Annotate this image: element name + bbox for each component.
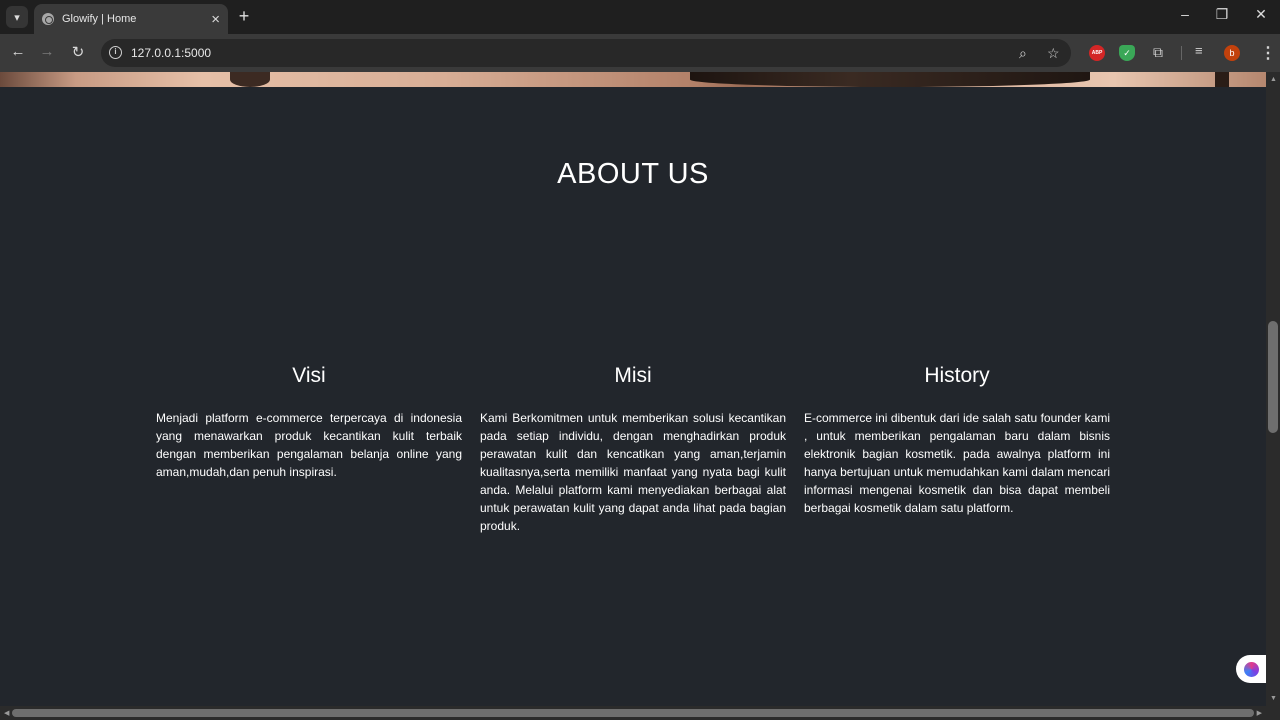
scrollbar-corner [1266, 706, 1280, 720]
tab-close-icon[interactable]: × [211, 12, 220, 27]
new-tab-button[interactable]: + [235, 7, 253, 25]
zoom-icon[interactable]: ⌕ [1019, 45, 1027, 62]
reload-button[interactable]: ↻ [68, 43, 88, 61]
page-viewport: ABOUT US Visi Menjadi platform e-commerc… [0, 72, 1266, 706]
chevron-down-icon: ▾ [14, 11, 20, 24]
vertical-scroll-thumb[interactable] [1268, 321, 1278, 433]
scroll-left-icon[interactable]: ◀ [4, 709, 9, 717]
plus-icon: + [238, 6, 250, 26]
about-us-heading: ABOUT US [557, 158, 709, 190]
history-column: History E-commerce ini dibentuk dari ide… [804, 362, 1110, 517]
hero-image-shadow [230, 72, 270, 87]
star-icon[interactable]: ☆ [1047, 45, 1060, 62]
reload-icon: ↻ [71, 44, 85, 61]
brain-icon [1243, 661, 1259, 677]
visi-column: Visi Menjadi platform e-commerce terperc… [156, 362, 462, 481]
browser-toolbar: ← → ↻ i 127.0.0.1:5000 ⌕ ☆ ABP ✓ ⧉ ≡ b ⋮ [0, 34, 1280, 72]
tab-title: Glowify | Home [62, 13, 137, 25]
history-title: History [924, 364, 990, 387]
media-control-icon[interactable]: ≡ [1195, 43, 1203, 58]
arrow-right-icon: → [39, 43, 55, 60]
visi-title: Visi [292, 364, 326, 387]
tab-glowify-home[interactable]: Glowify | Home × [34, 4, 228, 34]
restore-icon: ❐ [1215, 6, 1229, 22]
url-text[interactable]: 127.0.0.1:5000 [131, 46, 211, 60]
tab-search-button[interactable]: ▾ [6, 6, 28, 28]
adblock-extension-icon[interactable]: ABP [1089, 45, 1105, 61]
minimize-icon: – [1181, 6, 1189, 22]
address-bar[interactable]: i 127.0.0.1:5000 ⌕ ☆ [101, 39, 1071, 67]
misi-text: Kami Berkomitmen untuk memberikan solusi… [480, 411, 786, 533]
horizontal-scroll-thumb[interactable] [12, 709, 1254, 717]
shield-extension-icon[interactable]: ✓ [1119, 45, 1135, 61]
info-icon[interactable]: i [109, 46, 122, 59]
scroll-right-icon[interactable]: ▶ [1257, 709, 1262, 717]
close-icon: ✕ [1255, 6, 1267, 22]
forward-button[interactable]: → [37, 43, 57, 60]
profile-avatar[interactable]: b [1224, 45, 1240, 61]
close-window-button[interactable]: ✕ [1251, 6, 1271, 23]
assistant-floating-button[interactable] [1236, 655, 1266, 683]
back-button[interactable]: ← [8, 43, 28, 60]
misi-title: Misi [614, 364, 652, 387]
scroll-up-icon[interactable]: ▲ [1270, 76, 1277, 83]
history-text: E-commerce ini dibentuk dari ide salah s… [804, 411, 1110, 515]
minimize-button[interactable]: – [1175, 6, 1195, 22]
tab-strip: ▾ Glowify | Home × + – ❐ ✕ [0, 0, 1280, 34]
hero-image-hair [690, 72, 1090, 87]
restore-button[interactable]: ❐ [1212, 6, 1232, 23]
arrow-left-icon: ← [10, 43, 26, 60]
misi-column: Misi Kami Berkomitmen untuk memberikan s… [480, 362, 786, 535]
horizontal-scrollbar[interactable]: ◀ ▶ [0, 706, 1266, 720]
globe-icon [42, 13, 54, 25]
vertical-scrollbar[interactable]: ▲ ▼ [1266, 72, 1280, 706]
visi-text: Menjadi platform e-commerce terpercaya d… [156, 411, 462, 479]
hero-image-edge [1215, 72, 1229, 87]
kebab-menu-icon[interactable]: ⋮ [1260, 43, 1276, 63]
scroll-down-icon[interactable]: ▼ [1270, 695, 1277, 702]
hero-image [0, 72, 1266, 87]
puzzle-icon[interactable]: ⧉ [1150, 44, 1166, 61]
toolbar-divider [1181, 46, 1182, 60]
